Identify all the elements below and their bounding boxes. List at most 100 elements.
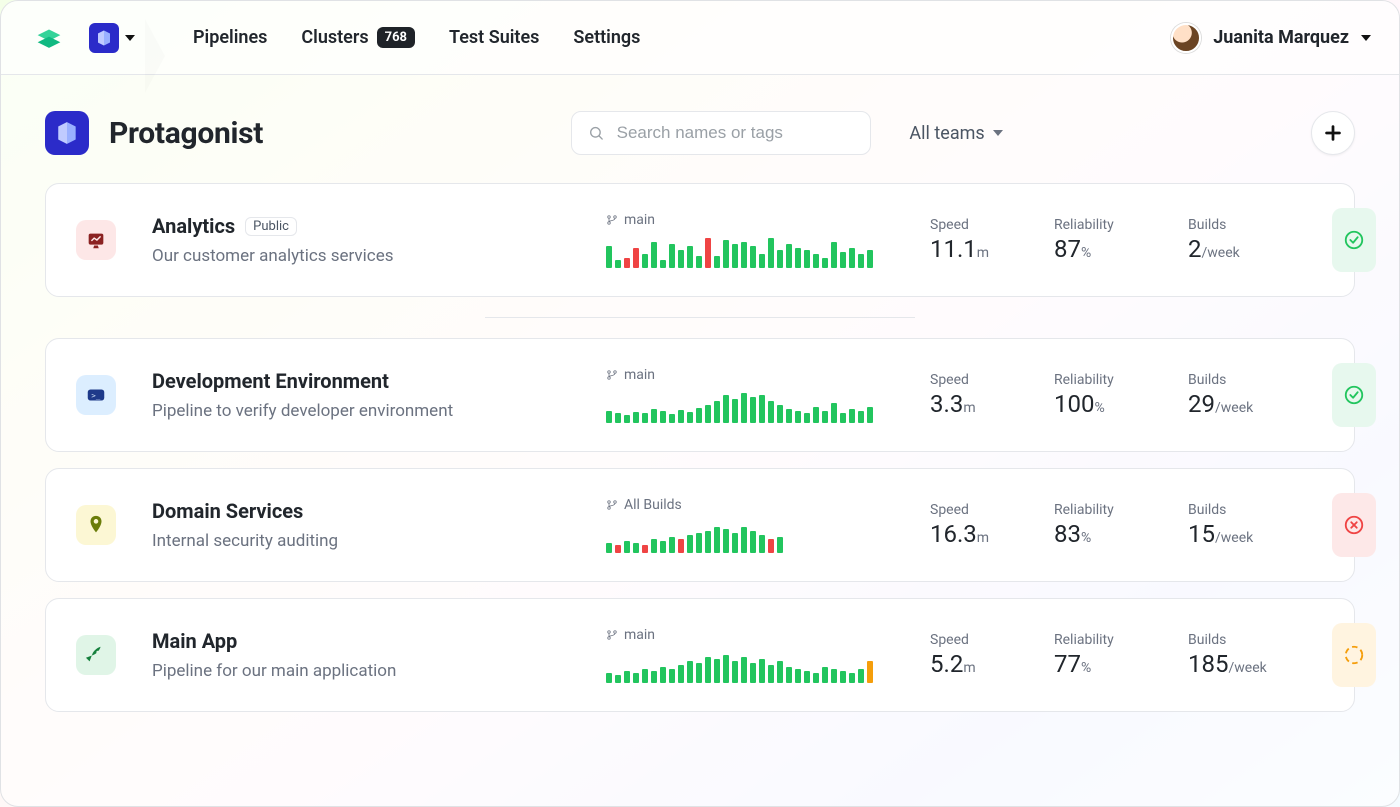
org-logo-icon [45, 111, 89, 155]
chevron-down-icon [125, 35, 135, 41]
org-badge-icon [89, 23, 119, 53]
branch-icon [606, 369, 618, 381]
pipeline-name: Main App [152, 629, 237, 653]
chevron-down-icon [993, 130, 1003, 136]
section-divider [485, 317, 915, 318]
builds-metric: Builds 29/week [1188, 372, 1308, 418]
metric-label: Speed [930, 372, 1030, 388]
user-name: Juanita Marquez [1213, 27, 1349, 48]
nav-label: Pipelines [193, 27, 267, 48]
pipeline-card[interactable]: Domain Services Internal security auditin… [45, 468, 1355, 582]
app-window: Pipelines Clusters 768 Test Suites Setti… [0, 0, 1400, 807]
app-logo-icon[interactable] [29, 18, 69, 58]
pipeline-description: Pipeline for our main application [152, 661, 582, 681]
pipeline-card[interactable]: Analytics Public Our customer analytics se… [45, 183, 1355, 297]
status-ok-icon [1332, 363, 1376, 427]
pipeline-description: Our customer analytics services [152, 246, 582, 266]
metric-value: 15/week [1188, 520, 1308, 548]
metric-label: Reliability [1054, 502, 1164, 518]
main-icon [76, 635, 116, 675]
branch-label: main [606, 212, 906, 228]
reliability-metric: Reliability 100% [1054, 372, 1164, 418]
builds-metric: Builds 15/week [1188, 502, 1308, 548]
pipeline-activity: main [606, 367, 906, 423]
metric-value: 100% [1054, 390, 1164, 418]
reliability-metric: Reliability77% [1054, 632, 1164, 678]
speed-metric: Speed 16.3m [930, 502, 1030, 548]
page-title: Protagonist [109, 116, 263, 151]
clusters-count-badge: 768 [377, 27, 415, 48]
pipelines-list: Analytics Public Our customer analytics se… [1, 183, 1399, 752]
top-nav: Pipelines Clusters 768 Test Suites Setti… [1, 1, 1399, 75]
metric-value: 5.2m [930, 650, 1030, 678]
branch-icon [606, 629, 618, 641]
pipeline-description: Pipeline to verify developer environment [152, 401, 582, 421]
build-sparkline [606, 649, 906, 683]
pipeline-info: Analytics Public Our customer analytics se… [152, 214, 582, 266]
pipeline-activity: main [606, 627, 906, 683]
metric-label: Speed [930, 632, 1030, 648]
metric-value: 77% [1054, 650, 1164, 678]
metric-value: 185/week [1188, 650, 1308, 678]
pipeline-info: Domain Services Internal security auditin… [152, 499, 582, 551]
metric-label: Speed [930, 502, 1030, 518]
nav-label: Settings [573, 27, 640, 48]
nav-label: Test Suites [449, 27, 539, 48]
metric-value: 11.1m [930, 235, 1030, 263]
add-pipeline-button[interactable] [1311, 111, 1355, 155]
branch-label: All Builds [606, 497, 906, 513]
metric-label: Builds [1188, 372, 1308, 388]
pipeline-name: Analytics [152, 214, 235, 238]
branch-icon [606, 214, 618, 226]
plus-icon [1322, 122, 1344, 144]
build-sparkline [606, 389, 906, 423]
status-fail-icon [1332, 493, 1376, 557]
org-switcher[interactable] [85, 19, 143, 57]
avatar [1171, 23, 1201, 53]
teams-filter[interactable]: All teams [909, 123, 1002, 144]
pipeline-card[interactable]: >_ Development Environment Pipeline to ver… [45, 338, 1355, 452]
nav-items: Pipelines Clusters 768 Test Suites Setti… [193, 27, 640, 48]
metric-label: Builds [1188, 502, 1308, 518]
metric-value: 29/week [1188, 390, 1308, 418]
speed-metric: Speed 3.3m [930, 372, 1030, 418]
metric-label: Builds [1188, 632, 1308, 648]
speed-metric: Speed 11.1m [930, 217, 1030, 263]
metric-value: 2/week [1188, 235, 1308, 263]
branch-label: main [606, 627, 906, 643]
metric-value: 87% [1054, 235, 1164, 263]
search-input[interactable] [615, 122, 855, 144]
svg-text:>_: >_ [91, 391, 100, 400]
branch-label: main [606, 367, 906, 383]
search-box[interactable] [571, 111, 871, 155]
pipeline-name: Domain Services [152, 499, 303, 523]
search-icon [588, 124, 604, 142]
metric-value: 16.3m [930, 520, 1030, 548]
pipeline-description: Internal security auditing [152, 531, 582, 551]
pipeline-info: Development Environment Pipeline to verif… [152, 369, 582, 421]
builds-metric: Builds 2/week [1188, 217, 1308, 263]
metric-value: 3.3m [930, 390, 1030, 418]
public-badge: Public [245, 217, 297, 236]
nav-clusters[interactable]: Clusters 768 [301, 27, 415, 48]
metric-label: Builds [1188, 217, 1308, 233]
metric-label: Speed [930, 217, 1030, 233]
teams-filter-label: All teams [909, 123, 984, 144]
nav-settings[interactable]: Settings [573, 27, 640, 48]
branch-icon [606, 499, 618, 511]
nav-pipelines[interactable]: Pipelines [193, 27, 267, 48]
status-running-icon [1332, 623, 1376, 687]
analytics-icon [76, 220, 116, 260]
metric-value: 83% [1054, 520, 1164, 548]
nav-label: Clusters [301, 27, 368, 48]
nav-test-suites[interactable]: Test Suites [449, 27, 539, 48]
domain-icon [76, 505, 116, 545]
pipeline-name: Development Environment [152, 369, 389, 393]
metric-label: Reliability [1054, 372, 1164, 388]
user-menu[interactable]: Juanita Marquez [1171, 23, 1371, 53]
pipeline-activity: All Builds [606, 497, 906, 553]
reliability-metric: Reliability87% [1054, 217, 1164, 263]
pipeline-card[interactable]: Main App Pipeline for our main applicatio… [45, 598, 1355, 712]
pipeline-activity: main [606, 212, 906, 268]
build-sparkline [606, 234, 906, 268]
